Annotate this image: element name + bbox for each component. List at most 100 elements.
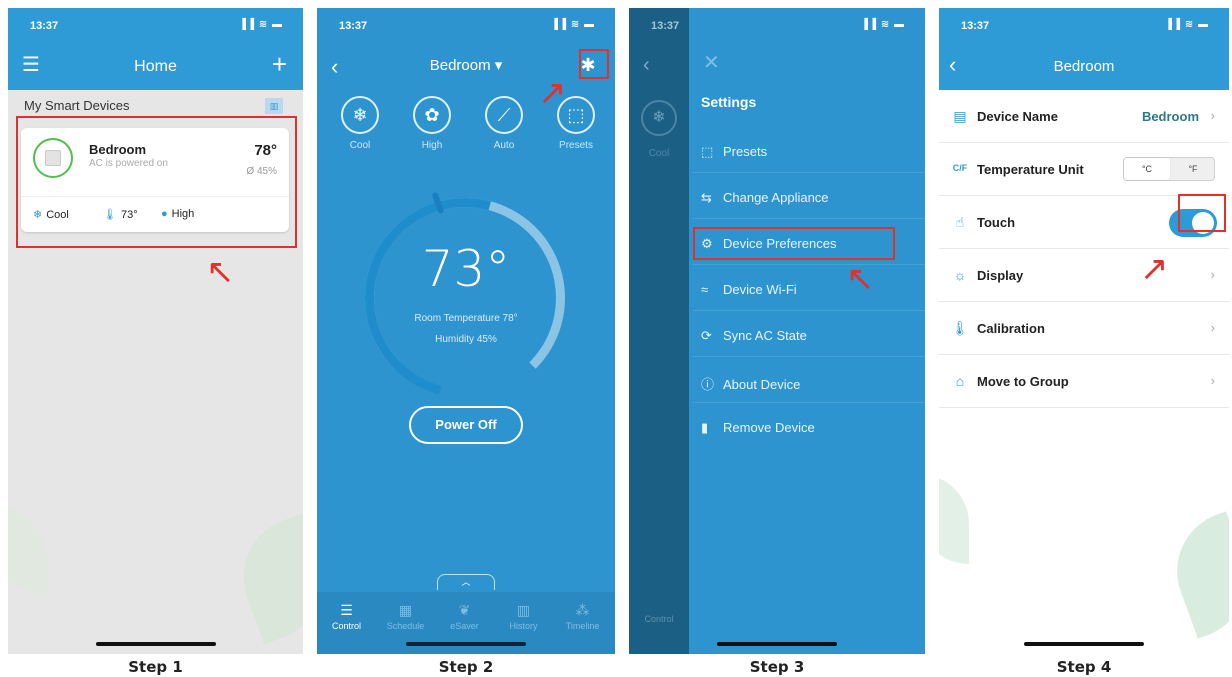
dimmed-background[interactable]: 13:37 ‹ ❄ Cool Control [629, 8, 689, 654]
row-display[interactable]: ☼ Display › [939, 249, 1229, 302]
room-selector[interactable]: Bedroom ▾ [317, 56, 615, 74]
step-label: Step 4 [1056, 658, 1112, 676]
section-title: My Smart Devices [24, 98, 130, 113]
timeline-icon: ⁂ [575, 602, 590, 618]
status-time: 13:37 [339, 20, 368, 32]
chevron-up-icon[interactable]: ︿ [437, 574, 495, 590]
status-time: 13:37 [651, 20, 680, 32]
temperature-unit-toggle[interactable]: °C °F [1123, 157, 1215, 181]
document-icon: ▤ [953, 108, 967, 124]
highlight-box [693, 227, 895, 260]
fan-icon: ✿ [413, 96, 451, 134]
signal-wifi-battery-icon: ▐▐ ≋ ▬ [860, 19, 905, 30]
leaf-decoration [1160, 511, 1229, 639]
mode-button-swing[interactable]: ⟋ Auto [477, 96, 531, 151]
home-indicator [717, 642, 837, 646]
snowflake-icon: ❄ [641, 100, 677, 136]
menu-item-change-appliance[interactable]: ⇆ Change Appliance [701, 190, 829, 206]
menu-item-label: Remove Device [723, 420, 815, 435]
touch-icon: ☝ [955, 214, 965, 230]
status-bar: ▐▐ ≋ ▬ [689, 8, 925, 42]
device-name-value: Bedroom [1141, 109, 1199, 124]
sliders-icon: ☰ [340, 602, 353, 618]
chevron-right-icon: › [1210, 108, 1215, 123]
add-device-icon[interactable]: + [272, 51, 287, 77]
row-device-name[interactable]: ▤ Device Name Bedroom › [939, 90, 1229, 143]
status-time: 13:37 [961, 20, 990, 32]
home-indicator [1024, 642, 1144, 646]
tab-label: eSaver [450, 621, 479, 631]
sync-icon: ⟳ [701, 328, 712, 343]
celsius-option[interactable]: °C [1124, 158, 1170, 180]
menu-item-about-device[interactable]: ⓘ About Device [701, 374, 800, 393]
fahrenheit-option[interactable]: °F [1170, 158, 1216, 180]
divider [693, 310, 925, 311]
status-time: 13:37 [30, 20, 59, 32]
divider [693, 218, 925, 219]
step-label: Step 1 [128, 658, 183, 676]
step-label: Step 2 [438, 658, 494, 676]
tab-label: Control [644, 614, 674, 624]
arrow-icon: ↗ [538, 73, 567, 113]
row-label: Move to Group [977, 374, 1069, 389]
mode-label: Auto [493, 140, 515, 151]
arrow-icon: ↗ [1140, 249, 1169, 289]
signal-wifi-battery-icon: ▐▐ ≋ ▬ [238, 19, 283, 30]
arrow-icon: ↖ [846, 259, 875, 299]
screen-home: 13:37 ▐▐ ≋ ▬ ☰ Home + My Smart Devices ▥… [8, 8, 303, 654]
step-label: Step 3 [749, 658, 805, 676]
mode-button-cool[interactable]: ❄ Cool [333, 96, 387, 151]
trash-icon: ▮ [701, 420, 709, 435]
mode-button-fan[interactable]: ✿ High [405, 96, 459, 151]
divider [693, 356, 925, 357]
mode-label: Presets [559, 140, 593, 151]
mode-label: Cool [349, 140, 371, 151]
page-title: Settings [701, 94, 757, 110]
home-indicator [406, 642, 526, 646]
close-icon[interactable]: ✕ [703, 50, 720, 75]
row-label: Calibration [977, 321, 1045, 336]
divider [693, 402, 925, 403]
screen-device-preferences: 13:37 ▐▐ ≋ ▬ ‹ Bedroom ▤ Device Name Bed… [939, 8, 1229, 654]
tab-control[interactable]: ☰ Control [317, 602, 376, 631]
setpoint-display: 73° [421, 240, 511, 298]
highlight-box [1178, 194, 1226, 232]
tab-esaver[interactable]: ❦ eSaver [435, 602, 494, 631]
snowflake-icon: ❄ [341, 96, 379, 134]
room-humidity: Humidity 45% [435, 334, 497, 345]
menu-item-label: Presets [723, 144, 768, 159]
thermometer-icon: 🌡︎ [951, 320, 969, 336]
row-calibration[interactable]: 🌡︎ Calibration › [939, 302, 1229, 355]
screen-control: 13:37 ▐▐ ≋ ▬ ‹ Bedroom ▾ ✱ ❄ Cool ✿ High… [317, 8, 615, 654]
power-off-button[interactable]: Power Off [409, 406, 523, 444]
row-move-to-group[interactable]: ⌂ Move to Group › [939, 355, 1229, 408]
room-temperature: Room Temperature 78° [414, 313, 518, 324]
menu-item-label: Device Wi-Fi [723, 282, 797, 297]
chevron-right-icon: › [1210, 267, 1215, 282]
signal-wifi-battery-icon: ▐▐ ≋ ▬ [1164, 19, 1209, 30]
swap-icon: ⇆ [701, 190, 712, 205]
brightness-icon: ☼ [953, 267, 967, 283]
temperature-dial-arc [328, 161, 602, 435]
calendar-icon: ▦ [398, 602, 413, 618]
temperature-unit-icon: C/F [952, 163, 968, 173]
tab-timeline[interactable]: ⁂ Timeline [553, 602, 612, 631]
tab-history[interactable]: ▥ History [494, 602, 553, 631]
leaf-decoration [226, 513, 303, 645]
tab-label: Control [331, 621, 361, 631]
chart-icon[interactable]: ▥ [265, 98, 283, 114]
mode-label: Cool [648, 148, 670, 159]
group-icon: ⌂ [955, 373, 965, 389]
menu-item-device-wifi[interactable]: ≈ Device Wi-Fi [701, 282, 797, 297]
row-label: Touch [977, 215, 1016, 230]
menu-item-remove-device[interactable]: ▮ Remove Device [701, 420, 815, 436]
row-temperature-unit: C/F Temperature Unit °C °F [939, 143, 1229, 196]
divider [693, 264, 925, 265]
menu-item-sync-ac-state[interactable]: ⟳ Sync AC State [701, 328, 807, 344]
leaf-decoration [8, 504, 48, 594]
highlight-box [579, 49, 609, 79]
tab-schedule[interactable]: ▦ Schedule [376, 602, 435, 631]
menu-item-presets[interactable]: ⬚ Presets [701, 144, 767, 160]
tab-label: Schedule [386, 621, 425, 631]
info-icon: ⓘ [701, 377, 715, 392]
